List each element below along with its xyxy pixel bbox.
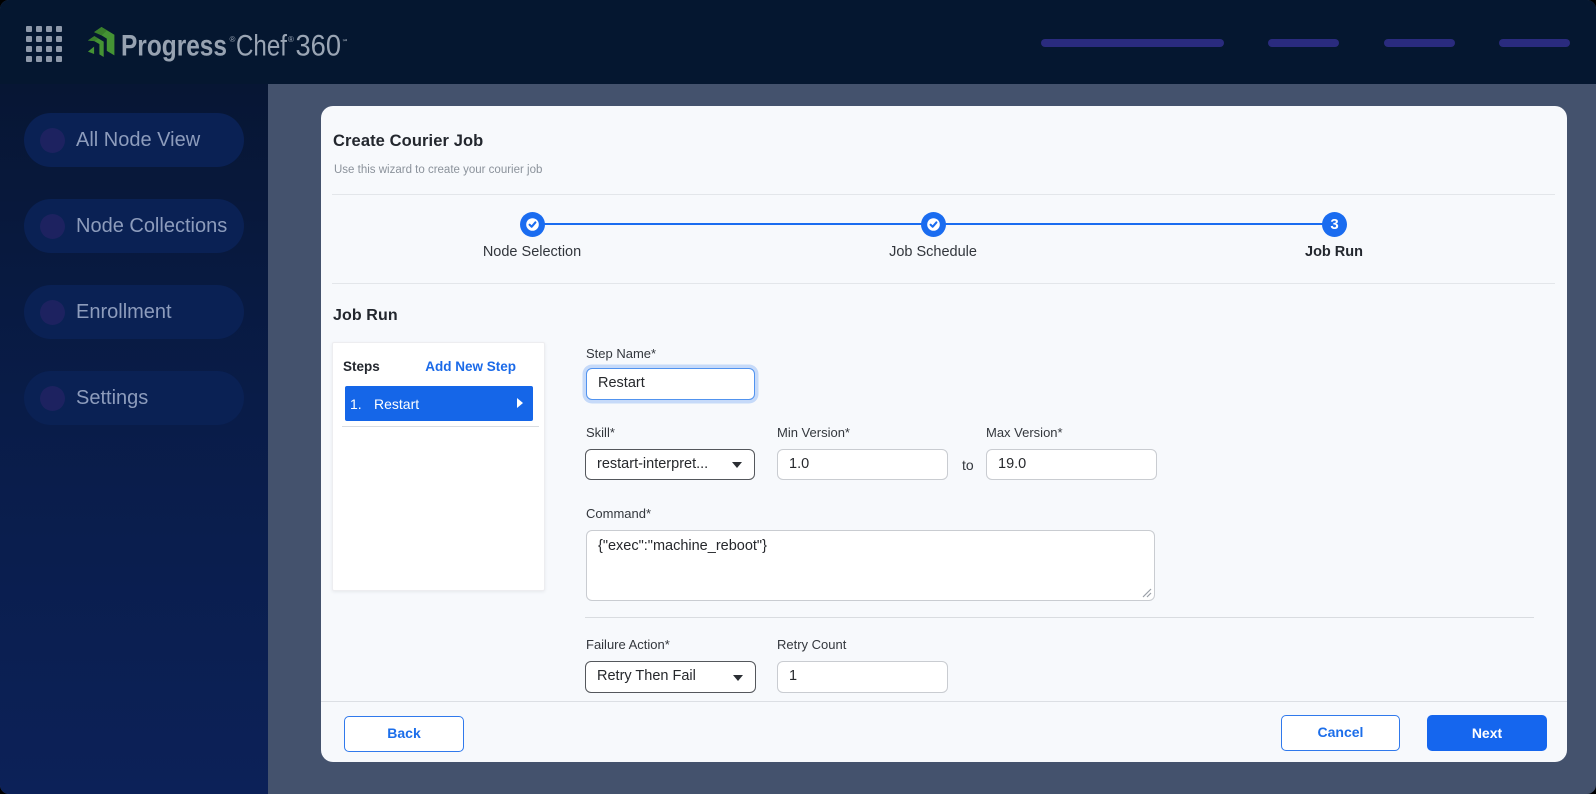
svg-text:Progress: Progress	[121, 30, 227, 63]
svg-text:®: ®	[230, 35, 236, 44]
svg-text:360: 360	[296, 30, 342, 63]
svg-text:®: ®	[288, 35, 294, 44]
svg-text:℠: ℠	[342, 38, 349, 46]
svg-text:Chef: Chef	[236, 30, 288, 63]
